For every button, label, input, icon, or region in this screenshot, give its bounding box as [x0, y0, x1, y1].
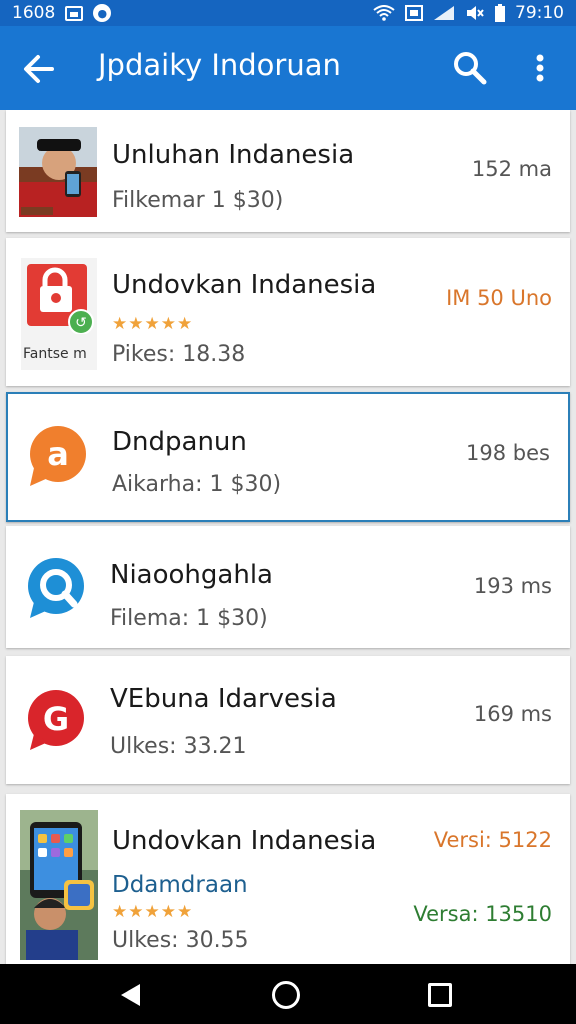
status-right: 79:10 [373, 3, 564, 23]
wifi-icon [373, 5, 395, 21]
item-version-top: Versi: 5122 [433, 828, 552, 852]
item-meta: 169 ms [473, 702, 552, 726]
list-item[interactable]: Undovkan Indanesia Ddamdraan ★★★★★ Ulkes… [6, 794, 570, 964]
list-item[interactable]: Unluhan Indanesia Filkemar 1 $30) 152 ma [6, 110, 570, 232]
red-bag-icon: ↺ [27, 264, 94, 334]
svg-text:a: a [47, 435, 69, 473]
item-title: Dndpanun [112, 427, 247, 457]
item-title: Niaoohgahla [110, 560, 273, 590]
item-subtitle: Pikes: 18.38 [112, 342, 246, 367]
back-arrow-icon[interactable] [22, 52, 56, 86]
svg-text:↺: ↺ [75, 315, 87, 331]
app-bar: Jpdaiky Indoruan [0, 26, 576, 110]
item-subtitle: Aikarha: 1 $30) [112, 472, 282, 497]
list-item[interactable]: G VEbuna Idarvesia Ulkes: 33.21 169 ms [6, 656, 570, 784]
red-g-bubble-icon: G [28, 690, 84, 750]
photo-thumbnail [19, 127, 97, 217]
nav-recents-icon[interactable] [428, 983, 452, 1007]
item-meta: IM 50 Uno [446, 286, 552, 310]
notification-icon: ● [93, 4, 112, 22]
search-icon[interactable] [452, 50, 488, 86]
item-subtitle: Ulkes: 33.21 [110, 734, 247, 759]
svg-text:G: G [43, 700, 69, 738]
item-meta: 198 bes [466, 441, 550, 465]
sim-icon [405, 5, 423, 21]
item-subtitle: Ulkes: 30.55 [112, 928, 249, 953]
item-subtitle: Filema: 1 $30) [110, 606, 268, 631]
nav-back-icon[interactable] [118, 982, 144, 1008]
list-item[interactable]: a Dndpanun Aikarha: 1 $30) 198 bes [6, 392, 570, 522]
item-subtitle: Filkemar 1 $30) [112, 188, 284, 213]
status-time-left: 1608 [12, 3, 56, 23]
signal-icon [434, 6, 454, 20]
app-thumb-frame: ↺ Fantse m [21, 258, 97, 370]
rating-stars: ★★★★★ [112, 314, 194, 334]
page-title: Jpdaiky Indoruan [98, 48, 341, 82]
battery-icon [495, 4, 505, 22]
thumb-caption: Fantse m [23, 346, 87, 362]
orange-chat-icon: a [30, 426, 86, 486]
item-title: Undovkan Indanesia [112, 270, 377, 300]
nav-home-icon[interactable] [272, 981, 300, 1009]
status-bar: 1608 ● 79:10 [0, 0, 576, 26]
image-icon [65, 5, 84, 21]
item-title: Unluhan Indanesia [112, 140, 355, 170]
status-left: 1608 ● [12, 3, 112, 23]
item-version-bottom: Versa: 13510 [413, 902, 552, 926]
status-time-right: 79:10 [515, 3, 564, 23]
app-list: Unluhan Indanesia Filkemar 1 $30) 152 ma… [0, 110, 576, 964]
more-vert-icon[interactable] [528, 50, 552, 86]
item-title: Undovkan Indanesia [112, 826, 377, 856]
item-meta: 193 ms [473, 574, 552, 598]
rating-stars: ★★★★★ [112, 902, 194, 922]
blue-search-bubble-icon [28, 558, 84, 618]
system-nav-bar [0, 964, 576, 1024]
item-title: VEbuna Idarvesia [110, 684, 337, 714]
mute-icon [467, 6, 484, 20]
item-developer: Ddamdraan [112, 872, 248, 898]
list-item[interactable]: ↺ Fantse m Undovkan Indanesia ★★★★★ Pike… [6, 238, 570, 386]
list-item[interactable]: Niaoohgahla Filema: 1 $30) 193 ms [6, 526, 570, 648]
phone-photo-thumbnail [20, 810, 98, 960]
item-meta: 152 ma [471, 157, 552, 181]
